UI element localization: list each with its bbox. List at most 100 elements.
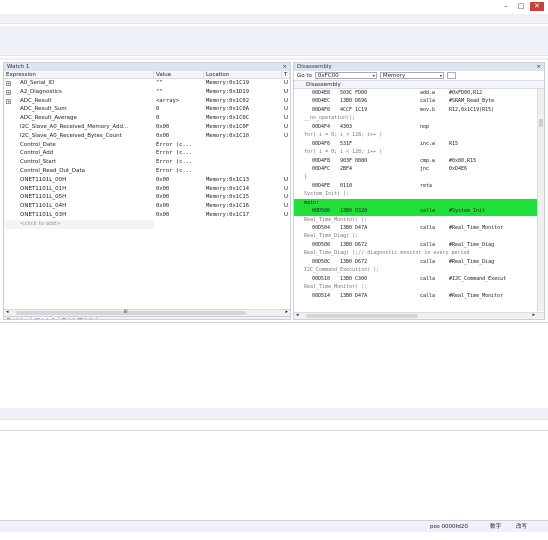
column-type[interactable]: T	[282, 71, 290, 78]
disassembly-source-line[interactable]: for( i = 0; i < 128; i++ )	[294, 131, 544, 139]
disassembly-instruction[interactable]: 00D514 13B0 D47A calla #Real_Time_Monitor	[294, 292, 544, 300]
column-expression[interactable]: Expression	[4, 71, 154, 78]
disassembly-source-line[interactable]: main:	[294, 198, 544, 208]
watch-row[interactable]: ONET1101L_01H 0x00 Memory:0x1C14 U	[4, 185, 290, 194]
disassembly-instruction[interactable]: 00D500 13B0 D320 calla #System_Init	[294, 207, 544, 216]
disassembly-source-line[interactable]: System_Init( );	[294, 190, 544, 198]
watch-type-text: U	[284, 185, 289, 192]
watch-row[interactable]: ADC_Result + <array> Memory:0x1C02 U	[4, 97, 290, 106]
column-location[interactable]: Location	[204, 71, 282, 78]
disassembly-source-line[interactable]: I2C_Command_Execution( );	[294, 266, 544, 274]
disassembly-instruction[interactable]: 00D4F4 4303 nop	[294, 123, 544, 131]
watch-add-row[interactable]: <click to add>	[4, 219, 290, 229]
watch-location-text: Memory:0x1C0A	[206, 106, 250, 113]
disassembly-instruction[interactable]: 00D4F0 4CCF 1C19 mov.b R12,0x1C19(R15)	[294, 106, 544, 114]
disassembly-instruction[interactable]: 00D510 13B0 C300 calla #I2C_Command_Execut	[294, 275, 544, 283]
watch-location-text: Memory:0x1C0C	[206, 115, 250, 122]
watch-value-text: ""	[156, 88, 163, 95]
disassembly-source-line[interactable]: Real_Time_Monitor( );	[294, 283, 544, 291]
watch-row[interactable]: ONET1101L_05H 0x00 Memory:0x1C15 U	[4, 193, 290, 202]
maximize-icon[interactable]: □	[515, 2, 527, 11]
watch-value: 0x00	[154, 211, 204, 220]
disassembly-instruction[interactable]: 00D4E8 503C FD00 add.w #0xFD00,R12	[294, 89, 544, 97]
watch-row[interactable]: ADC_Result_Sum 0 Memory:0x1C0A U	[4, 105, 290, 114]
dropdown-arrow-icon[interactable]: ▾	[373, 73, 375, 79]
scroll-thumb[interactable]	[539, 119, 543, 127]
disassembly-horizontal-scrollbar[interactable]: ◂ ▸	[294, 312, 544, 319]
disassembly-instruction[interactable]: 00D4FE 0110 reta	[294, 182, 544, 190]
disassembly-instruction[interactable]: 00D4FC 2BF4 jnc 0xD4E6	[294, 165, 544, 173]
expand-icon[interactable]: +	[6, 98, 11, 104]
tab-quick-watch[interactable]: Quick Watch	[59, 316, 98, 319]
watch-row[interactable]: Control_Date Error (c...	[4, 141, 290, 150]
instruction-operands: #Real_Time_Monitor	[449, 225, 504, 231]
scroll-right-icon[interactable]: ▸	[532, 312, 535, 318]
disassembly-instruction[interactable]: 00D4F8 903F 0080 cmp.w #0x80,R15	[294, 157, 544, 165]
dropdown-arrow-icon[interactable]: ▾	[440, 73, 442, 79]
watch-type-text: U	[284, 115, 289, 122]
watch-value: Error (c...	[154, 141, 204, 150]
expand-icon[interactable]: +	[6, 81, 11, 86]
watch-row[interactable]: I2C_Slave_A0_Received_Memory_Add... 0x00 M…	[4, 123, 290, 132]
scroll-left-icon[interactable]: ◂	[296, 312, 299, 318]
watch-location: Memory:0x1C14	[204, 185, 282, 194]
disassembly-source-line[interactable]: __no_operation();	[294, 114, 544, 122]
goto-input[interactable]: 0xFC00 ▾	[314, 72, 377, 79]
watch-type: U	[282, 114, 290, 123]
disassembly-close-icon[interactable]: ×	[536, 63, 541, 71]
memory-view-icon[interactable]	[446, 72, 456, 79]
watch-location: Memory:0x1C0C	[204, 114, 282, 123]
column-value[interactable]: Value	[154, 71, 204, 78]
disassembly-instruction[interactable]: 00D508 13B0 D672 calla #Real_Time_Diag	[294, 241, 544, 249]
disassembly-instruction[interactable]: 00D504 13B0 D47A calla #Real_Time_Monitor	[294, 224, 544, 232]
watch-row[interactable]: Control_Read_Out_Data Error (c...	[4, 167, 290, 176]
disassembly-instruction[interactable]: 00D50C 13B0 D672 calla #Real_Time_Diag	[294, 258, 544, 266]
watch-type-text: U	[284, 97, 289, 104]
watch-value: <array>	[154, 97, 204, 106]
instruction-opcode: 13B0 D672	[340, 258, 368, 265]
disassembly-source-line[interactable]: Real_Time_Diag( );// diagnostic monitor …	[294, 249, 544, 257]
scroll-thumb[interactable]	[306, 314, 418, 318]
scroll-left-icon[interactable]: ◂	[6, 309, 9, 315]
watch-value: Error (c...	[154, 149, 204, 158]
status-field-2: 改写	[516, 524, 528, 530]
watch-location	[204, 141, 282, 150]
watch-row[interactable]: ADC_Result_Average 0 Memory:0x1C0C U	[4, 114, 290, 123]
minimize-icon[interactable]: –	[500, 2, 512, 11]
watch-location	[204, 149, 282, 158]
watch-row[interactable]: A0_Serial_ID + "" Memory:0x1C19 U	[4, 79, 290, 88]
memory-select[interactable]: Memory ▾	[379, 72, 444, 79]
disassembly-instruction[interactable]: 00D4EC 13B0 D696 calla #SRAM_Read_Byte	[294, 97, 544, 105]
watch-row[interactable]: Control_Add Error (c...	[4, 149, 290, 158]
watch-type: U	[282, 88, 290, 97]
disassembly-source-line[interactable]: for( i = 0; i < 128; i++ )	[294, 148, 544, 156]
tab-register[interactable]: Register	[4, 316, 32, 319]
watch-close-icon[interactable]: ×	[282, 63, 287, 71]
disassembly-source-line[interactable]: Real_Time_Monitor( );	[294, 216, 544, 224]
watch-value-text: 0	[156, 106, 160, 113]
instruction-mnemonic: calla	[420, 225, 436, 231]
watch-row[interactable]: ONET1101L_00H 0x00 Memory:0x1C13 U	[4, 176, 290, 185]
expand-icon[interactable]: +	[6, 89, 11, 95]
watch-type-text: U	[284, 132, 289, 139]
watch-location-text: Memory:0x1C14	[206, 185, 250, 192]
disassembly-source-line[interactable]: }	[294, 173, 544, 181]
close-icon[interactable]: ✕	[530, 2, 544, 11]
disassembly-source-line[interactable]: Real_Time_Diag( );	[294, 232, 544, 240]
disassembly-instruction[interactable]: 00D4F6 531F inc.w R15	[294, 140, 544, 148]
add-expression-placeholder[interactable]: <click to add>	[4, 219, 154, 229]
tab-watch-1[interactable]: Watch 1	[31, 316, 59, 319]
scroll-right-icon[interactable]: ▸	[285, 309, 288, 315]
watch-row[interactable]: ONET1101L_03H 0x00 Memory:0x1C17 U	[4, 211, 290, 220]
scroll-thumb[interactable]	[16, 310, 246, 315]
instruction-address: 00D500	[312, 208, 331, 215]
watch-row[interactable]: A2_Diagnostics + "" Memory:0x1D19 U	[4, 88, 290, 97]
watch-horizontal-scrollbar[interactable]: ◂ III ▸	[4, 308, 290, 316]
instruction-mnemonic: calla	[420, 208, 436, 215]
watch-row[interactable]: I2C_Slave_A0_Received_Bytes_Count 0x00 Mem…	[4, 132, 290, 141]
watch-value: 0x00	[154, 185, 204, 194]
watch-expression-text: ADC_Result	[20, 97, 52, 104]
watch-row[interactable]: ONET1101L_04H 0x00 Memory:0x1C16 U	[4, 202, 290, 211]
watch-row[interactable]: Control_Start Error (c...	[4, 158, 290, 167]
disassembly-vertical-scrollbar[interactable]	[537, 89, 544, 311]
